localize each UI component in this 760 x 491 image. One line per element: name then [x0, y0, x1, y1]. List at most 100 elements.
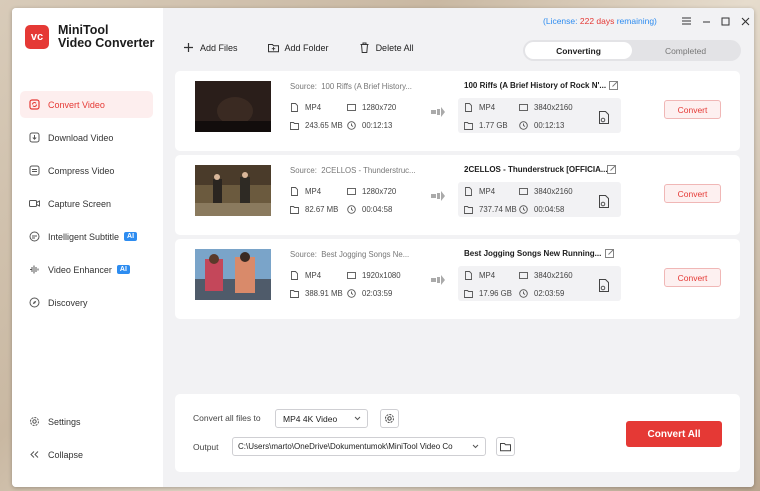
target-format: MP4 [479, 187, 496, 196]
settings-button[interactable]: Settings [20, 408, 153, 435]
collapse-button[interactable]: Collapse [20, 441, 153, 468]
compass-icon [29, 297, 40, 308]
target-duration: 00:12:13 [534, 121, 565, 130]
menu-button[interactable] [679, 14, 693, 28]
sidebar-nav: Convert Video Download Video Compress Vi… [20, 91, 153, 322]
source-duration: 00:04:58 [362, 205, 393, 214]
sidebar-item-label: Video Enhancer [48, 264, 112, 275]
minimize-button[interactable] [699, 14, 713, 28]
source-label: Source: [290, 166, 317, 175]
file-card: Source: 100 Riffs (A Brief History... MP… [175, 71, 740, 151]
sidebar-item-intelligent-subtitle[interactable]: Intelligent Subtitle AI [20, 223, 153, 250]
sidebar-item-capture-screen[interactable]: Capture Screen [20, 190, 153, 217]
source-label: Source: [290, 82, 317, 91]
status-tabs: Converting Completed [523, 40, 741, 61]
output-settings-icon[interactable] [598, 195, 610, 208]
source-resolution: 1280x720 [362, 187, 397, 196]
add-folder-icon [267, 42, 279, 53]
folder-icon [290, 205, 299, 214]
settings-label: Settings [48, 416, 81, 427]
convert-all-button[interactable]: Convert All [626, 421, 722, 447]
file-card: Source: 2CELLOS - Thunderstruc... MP4 12… [175, 155, 740, 235]
target-resolution: 3840x2160 [534, 187, 573, 196]
file-list: Source: 100 Riffs (A Brief History... MP… [175, 71, 740, 323]
format-select[interactable]: MP4 4K Video [275, 409, 368, 428]
source-title: Best Jogging Songs Ne... [321, 250, 410, 259]
clock-icon [519, 289, 528, 298]
source-title: 100 Riffs (A Brief History... [321, 82, 412, 91]
add-folder-button[interactable]: Add Folder [267, 42, 329, 53]
video-thumbnail [195, 249, 271, 300]
close-icon [741, 17, 749, 25]
convert-button[interactable]: Convert [664, 268, 721, 287]
output-settings-icon[interactable] [598, 111, 610, 124]
sidebar-item-convert-video[interactable]: Convert Video [20, 91, 153, 118]
target-size: 1.77 GB [479, 121, 508, 130]
edit-icon[interactable] [609, 80, 619, 90]
camera-icon [29, 198, 40, 209]
file-format-icon [464, 271, 473, 280]
sidebar-item-download-video[interactable]: Download Video [20, 124, 153, 151]
target-size: 17.96 GB [479, 289, 512, 298]
file-format-icon [464, 103, 473, 112]
app-logo: vc MiniTool Video Converter [25, 24, 154, 50]
folder-icon [290, 121, 299, 130]
license-info[interactable]: (License: 222 days remaining) [543, 16, 657, 26]
gear-icon [29, 416, 40, 427]
clock-icon [347, 289, 356, 298]
resolution-icon [347, 103, 356, 112]
format-settings-button[interactable] [380, 409, 399, 428]
sidebar-item-discovery[interactable]: Discovery [20, 289, 153, 316]
file-format-icon [464, 187, 473, 196]
ai-badge: AI [116, 265, 130, 274]
toolbar: Add Files Add Folder Delete All [183, 42, 444, 53]
source-format: MP4 [305, 187, 322, 196]
convert-button[interactable]: Convert [664, 184, 721, 203]
sidebar-item-label: Capture Screen [48, 198, 112, 209]
tab-completed[interactable]: Completed [632, 42, 739, 59]
source-label: Source: [290, 250, 317, 259]
target-title: 100 Riffs (A Brief History of Rock N'... [464, 81, 607, 90]
edit-icon[interactable] [605, 248, 615, 258]
output-label: Output [193, 442, 219, 452]
sidebar-item-label: Compress Video [48, 165, 115, 176]
double-chevron-left-icon [29, 449, 40, 460]
output-path: C:\Users\marto\OneDrive\Dokumentumok\Min… [238, 442, 453, 451]
sidebar-item-video-enhancer[interactable]: Video Enhancer AI [20, 256, 153, 283]
target-title: 2CELLOS - Thunderstruck [OFFICIA... [464, 165, 608, 174]
target-resolution: 3840x2160 [534, 271, 573, 280]
tab-converting[interactable]: Converting [525, 42, 632, 59]
resolution-icon [519, 271, 528, 280]
open-folder-button[interactable] [496, 437, 515, 456]
target-format: MP4 [479, 103, 496, 112]
add-files-button[interactable]: Add Files [183, 42, 238, 53]
convert-button[interactable]: Convert [664, 100, 721, 119]
sidebar-item-compress-video[interactable]: Compress Video [20, 157, 153, 184]
resolution-icon [519, 187, 528, 196]
format-value: MP4 4K Video [283, 413, 338, 424]
sidebar-item-label: Intelligent Subtitle [48, 231, 120, 242]
output-settings-icon[interactable] [598, 279, 610, 292]
license-days: 222 days [579, 16, 615, 26]
close-button[interactable] [738, 14, 752, 28]
maximize-button[interactable] [718, 14, 732, 28]
title-bar: (License: 222 days remaining) [163, 8, 754, 34]
target-title: Best Jogging Songs New Running... [464, 249, 602, 258]
resolution-icon [347, 187, 356, 196]
source-size: 388.91 MB [305, 289, 343, 298]
minimize-icon [702, 20, 710, 23]
arrow-right-icon [431, 107, 445, 117]
video-thumbnail [195, 165, 271, 216]
delete-all-button[interactable]: Delete All [359, 42, 414, 53]
target-duration: 02:03:59 [534, 289, 565, 298]
clock-icon [519, 121, 528, 130]
folder-icon [500, 443, 511, 452]
convert-icon [29, 99, 40, 110]
folder-icon [464, 121, 473, 130]
subtitle-icon [29, 231, 40, 242]
output-path-select[interactable]: C:\Users\marto\OneDrive\Dokumentumok\Min… [232, 437, 486, 456]
clock-icon [347, 205, 356, 214]
ai-badge: AI [124, 232, 138, 241]
edit-icon[interactable] [607, 164, 617, 174]
source-title: 2CELLOS - Thunderstruc... [321, 166, 416, 175]
